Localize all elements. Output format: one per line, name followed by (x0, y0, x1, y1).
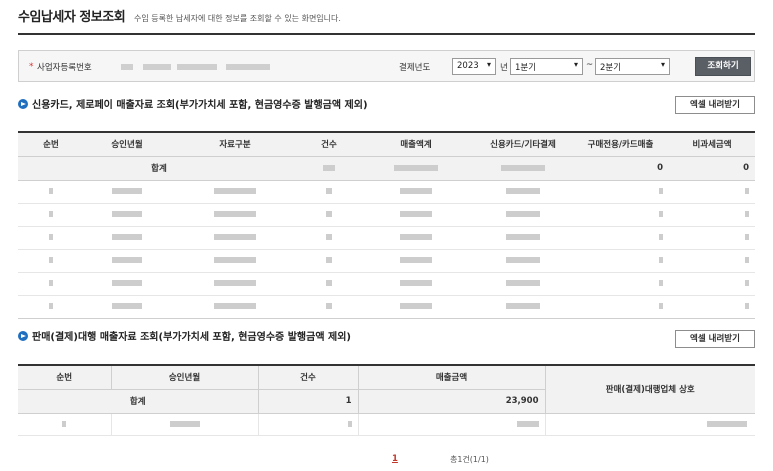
section2-title-text: 판매(결제)대행 매출자료 조회(부가가치세 포함, 현금영수증 발행금액 제외… (32, 332, 351, 343)
year-label: 결제년도 (399, 63, 431, 73)
year-select[interactable]: 2023 ▾ (452, 58, 496, 75)
col-header: 신용카드/기타결제 (474, 132, 572, 157)
table-row (18, 203, 755, 227)
result-count: 총1건(1/1) (450, 455, 489, 464)
col-header: 승인년월 (84, 132, 170, 157)
search-button[interactable]: 조회하기 (695, 57, 751, 76)
quarter-from-select[interactable]: 1분기 ▾ (510, 58, 583, 75)
col-header: 순번 (18, 365, 112, 390)
biz-no-label: 사업자등록번호 (37, 63, 92, 73)
search-panel: * 사업자등록번호 결제년도 2023 ▾ 년 1분기 ▾ ~ 2분기 ▾ 조회… (18, 50, 755, 82)
col-header: 매출금액 (358, 365, 546, 390)
table-row (18, 413, 755, 436)
col-header: 구매전용/카드매출 (572, 132, 669, 157)
year-select-value: 2023 (457, 61, 479, 71)
col-header: 자료구분 (170, 132, 300, 157)
table-row (18, 272, 755, 296)
excel-download-button-1[interactable]: 엑셀 내려받기 (675, 96, 755, 114)
biz-no-masked-2 (143, 64, 171, 70)
col-header: 건수 (258, 365, 359, 390)
year-suffix: 년 (500, 63, 508, 73)
summary-label: 합계 (18, 389, 259, 414)
title-divider (18, 33, 755, 35)
chevron-down-icon: ▾ (573, 60, 578, 69)
table-row (18, 226, 755, 250)
summary-label: 합계 (18, 156, 300, 181)
section2-title: 판매(결제)대행 매출자료 조회(부가가치세 포함, 현금영수증 발행금액 제외… (18, 328, 351, 343)
table-header-row: 순번 승인년월 건수 매출금액 판매(결제)대행업체 상호 (18, 365, 755, 414)
table-row (18, 295, 755, 319)
range-tilde: ~ (586, 60, 594, 70)
quarter-to-value: 2분기 (600, 63, 622, 73)
table-row (18, 180, 755, 204)
agency-sales-table: 순번 승인년월 건수 매출금액 판매(결제)대행업체 상호 합계 1 23,90… (18, 364, 755, 436)
section-bullet-icon (18, 331, 28, 341)
card-sales-table: 순번 승인년월 자료구분 건수 매출액계 신용카드/기타결제 구매전용/카드매출… (18, 131, 755, 319)
page-subtitle: 수임 등록한 납세자에 대한 정보를 조회할 수 있는 화면입니다. (134, 14, 341, 23)
biz-no-masked-1 (121, 64, 133, 70)
col-header: 건수 (300, 132, 358, 157)
summary-amount: 23,900 (358, 389, 546, 414)
page-title: 수임납세자 정보조회 (18, 10, 126, 25)
masked-cell (300, 156, 358, 181)
biz-no-masked-3 (177, 64, 217, 70)
col-header: 순번 (18, 132, 84, 157)
page-link-current[interactable]: 1 (392, 454, 398, 464)
quarter-from-value: 1분기 (515, 63, 537, 73)
summary-count: 1 (258, 389, 359, 414)
chevron-down-icon: ▾ (660, 60, 665, 69)
masked-cell (358, 156, 474, 181)
section-bullet-icon (18, 99, 28, 109)
excel-download-button-2[interactable]: 엑셀 내려받기 (675, 330, 755, 348)
summary-tax-free: 0 (669, 156, 755, 181)
table-row (18, 249, 755, 273)
section1-title: 신용카드, 제로페이 매출자료 조회(부가가치세 포함, 현금영수증 발행금액 … (18, 96, 368, 111)
col-header: 판매(결제)대행업체 상호 (545, 365, 755, 414)
section1-title-text: 신용카드, 제로페이 매출자료 조회(부가가치세 포함, 현금영수증 발행금액 … (32, 100, 368, 111)
col-header: 비과세금액 (669, 132, 755, 157)
summary-purchase-only: 0 (572, 156, 669, 181)
quarter-to-select[interactable]: 2분기 ▾ (595, 58, 670, 75)
chevron-down-icon: ▾ (486, 60, 491, 69)
biz-name-masked (226, 64, 270, 70)
page-header: 수임납세자 정보조회 수임 등록한 납세자에 대한 정보를 조회할 수 있는 화… (18, 6, 755, 32)
required-mark: * (29, 62, 34, 72)
masked-cell (474, 156, 572, 181)
col-header: 매출액계 (358, 132, 474, 157)
table-header-row: 순번 승인년월 자료구분 건수 매출액계 신용카드/기타결제 구매전용/카드매출… (18, 132, 755, 157)
summary-row: 합계 0 0 (18, 156, 755, 181)
col-header: 승인년월 (111, 365, 259, 390)
